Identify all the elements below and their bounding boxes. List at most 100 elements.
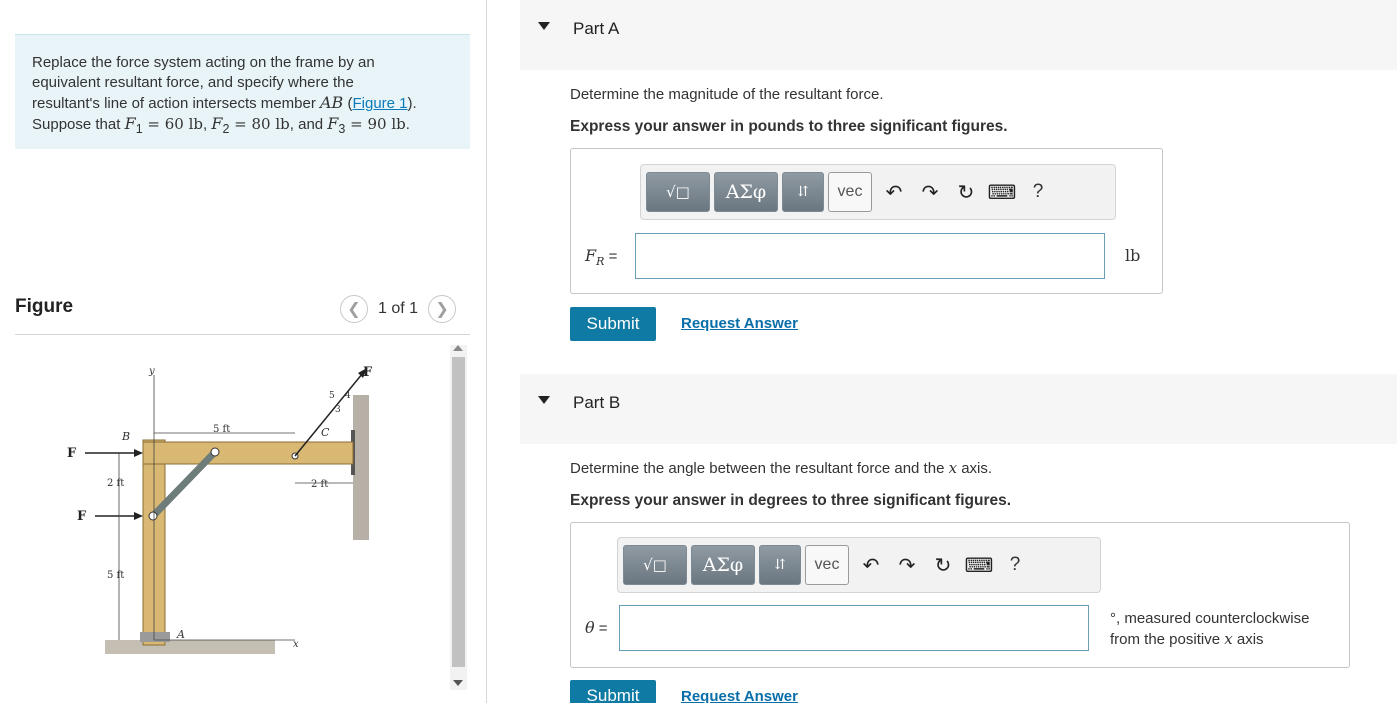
f1-subscript: 1 [135, 122, 143, 136]
label-f2: F [67, 446, 77, 461]
equals-sign: = [604, 248, 618, 265]
label-f3: F [363, 365, 373, 380]
left-panel: Replace the force system acting on the f… [0, 0, 487, 703]
undo-icon: ↶ [885, 181, 903, 204]
f3-value: = 90 lb [345, 115, 406, 133]
horizontal-member [142, 441, 354, 465]
keyboard-icon: ⌨ [964, 554, 994, 577]
part-a-variable: FR = [585, 246, 617, 268]
unit-var: x [1224, 630, 1233, 648]
caret-down-icon [538, 396, 550, 404]
f2-arrowhead [134, 449, 143, 457]
reset-icon: ↻ [957, 181, 975, 204]
part-b-submit-button[interactable]: Submit [570, 680, 656, 703]
vec-button[interactable]: vec [828, 172, 872, 212]
ground [105, 640, 275, 654]
pin [148, 511, 158, 521]
figure-image: y B C A x 5 ft 2 ft 5 ft 2 ft 5 4 3 F F … [15, 340, 450, 695]
f2-symbol: F [211, 114, 223, 133]
part-a-label: Part A [573, 19, 620, 38]
label-f1: F [77, 509, 87, 524]
unit-line: from the positive [1110, 631, 1225, 648]
part-b-instruction: Express your answer in degrees to three … [570, 492, 1012, 509]
templates-icon: √□ [666, 183, 690, 201]
frame-diagram: y B C A x 5 ft 2 ft 5 ft 2 ft 5 4 3 F F … [67, 365, 373, 654]
part-b-label: Part B [573, 393, 621, 412]
f3-symbol: F [327, 114, 339, 133]
part-a-request-answer-link[interactable]: Request Answer [681, 315, 798, 332]
part-a-question: Determine the magnitude of the resultant… [570, 86, 884, 103]
label-a: A [176, 628, 185, 641]
question-var: x [948, 459, 958, 477]
undo-button[interactable]: ↶ [876, 172, 912, 212]
part-b-request-answer-link[interactable]: Request Answer [681, 688, 798, 703]
figure-link[interactable]: Figure 1 [352, 95, 407, 112]
dim-5ft-top: 5 ft [213, 424, 230, 435]
redo-button[interactable]: ↷ [889, 545, 925, 585]
divider [15, 334, 470, 335]
var-symbol: F [585, 246, 597, 265]
vec-button[interactable]: vec [805, 545, 849, 585]
f1-value: = 60 lb [142, 115, 203, 133]
scroll-up-icon[interactable] [453, 345, 463, 351]
arrows-button[interactable]: ⇵ [782, 172, 824, 212]
dim-5ft-left: 5 ft [107, 570, 124, 581]
part-b-question: Determine the angle between the resultan… [570, 459, 992, 477]
problem-statement: Replace the force system acting on the f… [15, 34, 470, 149]
figure-scroll-thumb[interactable] [452, 357, 465, 667]
reset-button[interactable]: ↻ [925, 545, 961, 585]
chevron-right-icon: ❯ [435, 301, 449, 318]
problem-line: Suppose that [32, 116, 125, 133]
redo-button[interactable]: ↷ [912, 172, 948, 212]
part-a-header[interactable]: Part A [520, 0, 1397, 70]
redo-icon: ↷ [898, 554, 916, 577]
part-b-header[interactable]: Part B [520, 374, 1397, 444]
figure-pager: ❮ 1 of 1 ❯ [340, 295, 457, 323]
keyboard-button[interactable]: ⌨ [984, 172, 1020, 212]
var-symbol: θ [585, 618, 595, 637]
figure-title: Figure [15, 296, 74, 317]
chevron-left-icon: ❮ [347, 301, 361, 318]
slope-4: 4 [345, 391, 351, 401]
next-figure-button[interactable]: ❯ [428, 295, 457, 323]
member-symbol: AB [320, 93, 344, 112]
unit-line: axis [1232, 631, 1264, 648]
part-b-variable: θ = [585, 618, 608, 637]
help-button[interactable]: ? [997, 545, 1033, 585]
keyboard-button[interactable]: ⌨ [961, 545, 997, 585]
slope-3: 3 [335, 405, 341, 415]
pin [210, 447, 220, 457]
templates-icon: √□ [643, 556, 667, 574]
templates-button[interactable]: √□ [623, 545, 687, 585]
greek-button[interactable]: ΑΣφ [714, 172, 778, 212]
part-a-answer-box: √□ ΑΣφ ⇵ vec ↶ ↷ ↻ ⌨ ? FR = lb [570, 148, 1163, 294]
dim-2ft-right: 2 ft [311, 479, 328, 490]
question-text: axis. [957, 460, 993, 477]
caret-down-icon [538, 22, 550, 30]
arrows-icon: ⇵ [774, 557, 786, 573]
part-b-answer-input[interactable] [619, 605, 1089, 651]
dim-2ft-left: 2 ft [107, 478, 124, 489]
keyboard-icon: ⌨ [987, 181, 1017, 204]
undo-button[interactable]: ↶ [853, 545, 889, 585]
prev-figure-button[interactable]: ❮ [340, 295, 368, 323]
greek-button[interactable]: ΑΣφ [691, 545, 755, 585]
reset-button[interactable]: ↻ [948, 172, 984, 212]
problem-line: Replace the force system acting on the f… [32, 54, 375, 71]
greek-icon: ΑΣφ [725, 181, 767, 203]
templates-button[interactable]: √□ [646, 172, 710, 212]
greek-icon: ΑΣφ [702, 554, 744, 576]
redo-icon: ↷ [921, 181, 939, 204]
scroll-down-icon[interactable] [453, 680, 463, 686]
help-button[interactable]: ? [1020, 172, 1056, 212]
part-b-toolbar: √□ ΑΣφ ⇵ vec ↶ ↷ ↻ ⌨ ? [617, 537, 1101, 593]
label-x: x [293, 639, 299, 650]
arrows-button[interactable]: ⇵ [759, 545, 801, 585]
vec-label: vec [837, 183, 863, 200]
part-a-submit-button[interactable]: Submit [570, 307, 656, 341]
part-a-answer-input[interactable] [635, 233, 1105, 279]
problem-line: resultant's line of action intersects me… [32, 95, 320, 112]
problem-line: equivalent resultant force, and specify … [32, 74, 354, 91]
help-icon: ? [1032, 181, 1044, 202]
wall [353, 395, 369, 540]
